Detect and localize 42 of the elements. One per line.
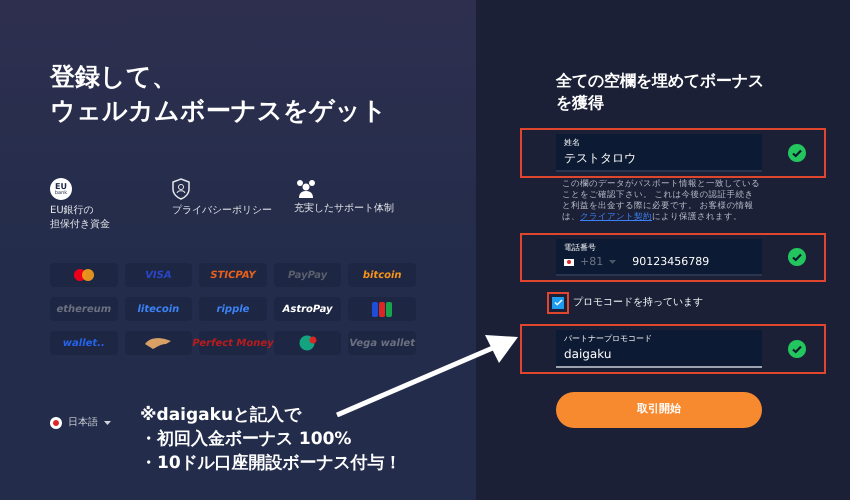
payment-logo-text: STICPAY <box>210 268 256 282</box>
japan-flag-icon <box>50 416 62 428</box>
field-value: daigaku <box>564 346 612 362</box>
caret-icon <box>104 420 111 424</box>
payment-logo-text: ethereum <box>56 302 112 316</box>
country-code: +81 <box>580 254 604 270</box>
people-icon <box>294 178 318 198</box>
payment-logo-text: PayPay <box>288 268 328 282</box>
card-logo-icon <box>372 302 392 316</box>
promo-checkbox[interactable] <box>552 296 564 308</box>
coin-logo-icon <box>298 335 317 351</box>
feature-label: EU銀行の 担保付き資金 <box>50 204 110 232</box>
field-label: パートナープロモコード <box>564 332 653 344</box>
tiger-logo-icon <box>143 336 174 350</box>
caret-icon <box>609 260 616 264</box>
field-value: 90123456789 <box>632 254 710 270</box>
client-agreement-link[interactable]: クライアント契約 <box>580 212 652 222</box>
checkbox-label: プロモコードを持っています <box>573 296 703 310</box>
promo-code-field[interactable]: パートナープロモコード daigaku <box>556 330 762 368</box>
feature-label: プライバシーポリシー <box>172 204 272 218</box>
phone-field[interactable]: 電話番号 +81 90123456789 <box>556 239 762 276</box>
language-selector[interactable]: 日本語 <box>50 415 140 430</box>
annotation-text: ※daigakuと記入で ・初回入金ボーナス 100% ・10ドル口座開設ボーナス付与！ <box>140 404 402 475</box>
payment-logo-text: VISA <box>145 268 172 282</box>
payment-logo-text: wallet.. <box>62 336 105 350</box>
field-label: 姓名 <box>564 137 581 149</box>
payment-logo-text: AstroPay <box>282 302 333 316</box>
name-field[interactable]: 姓名 テストタロウ <box>556 134 762 172</box>
field-value: テストタロウ <box>564 150 637 167</box>
mastercard-logo-icon <box>72 268 95 282</box>
passport-note: この欄のデータがパスポート情報と一致していることをご確認下さい。 これは今後の認証手続きと利益を出金する際に必要です。 お客様の情報は、クライアント契約により保護されます。 <box>562 179 761 223</box>
field-label: 電話番号 <box>564 242 597 254</box>
shield-user-icon <box>172 178 190 200</box>
hero-title: 登録して、 ウェルカムボーナスをゲット <box>50 61 388 127</box>
japan-flag-icon <box>564 258 574 266</box>
form-title: 全ての空欄を埋めてボーナスを獲得 <box>556 70 765 114</box>
payment-logo-text: Vega wallet <box>349 336 415 350</box>
payment-logo-text: Perfect Money <box>192 336 274 350</box>
payment-logo-text: litecoin <box>138 302 180 316</box>
feature-label: 充実したサポート体制 <box>294 202 394 216</box>
payment-logo-text: bitcoin <box>362 268 402 282</box>
payment-logo-text: ripple <box>216 302 250 316</box>
